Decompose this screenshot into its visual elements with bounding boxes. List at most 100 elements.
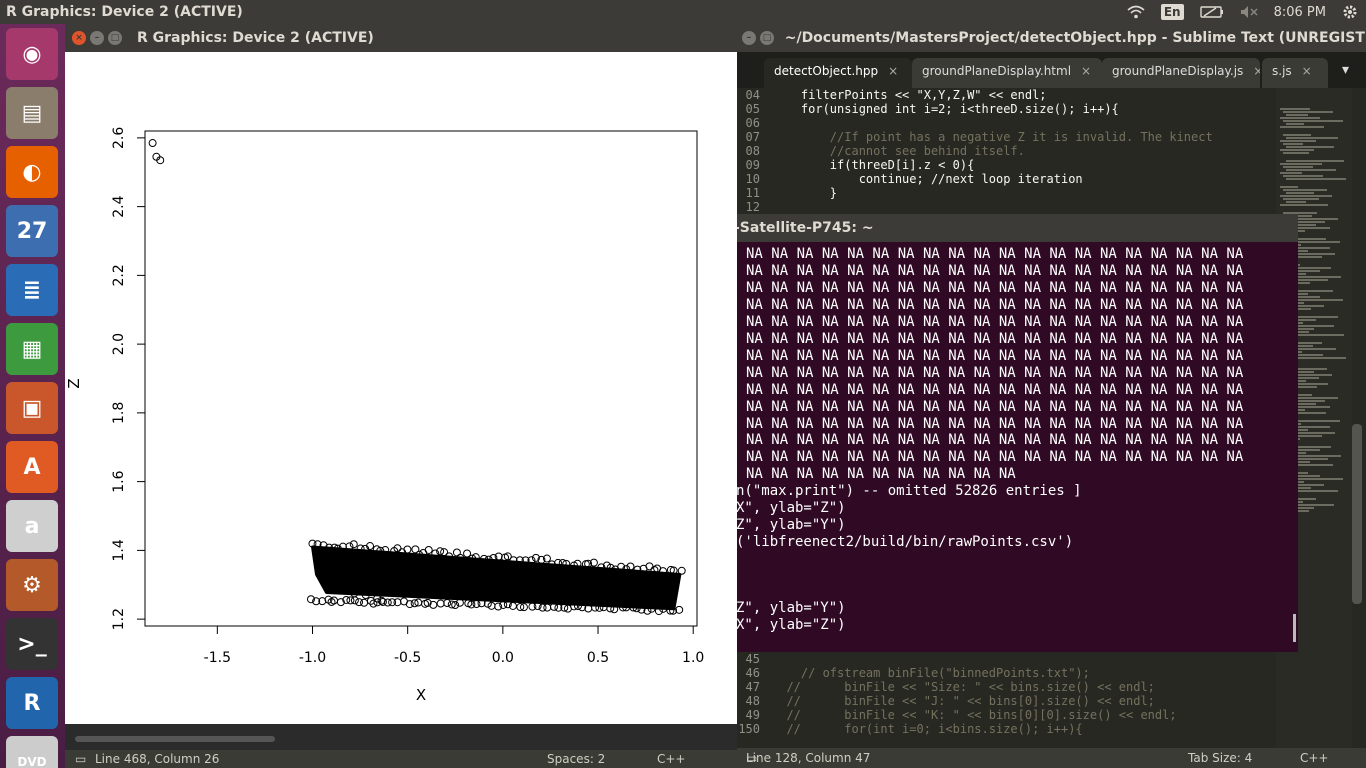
terminal-line: NA NA NA NA NA NA NA NA NA NA NA NA NA N… — [746, 262, 1244, 279]
r-icon[interactable]: R — [6, 677, 58, 729]
data-point — [405, 600, 414, 609]
tab-detectobject-hpp[interactable]: detectObject.hpp × — [764, 58, 912, 88]
minimize-icon[interactable]: – — [742, 31, 756, 45]
cursor-position: Line 128, Column 47 — [746, 751, 871, 765]
terminal-output[interactable]: NA NA NA NA NA NA NA NA NA NA NA NA NA N… — [720, 242, 1298, 652]
terminal-scrollbar[interactable] — [1293, 614, 1296, 642]
firefox-icon[interactable]: ◐ — [6, 146, 58, 198]
terminal-line: NA NA NA NA NA NA NA NA NA NA NA — [746, 466, 1016, 483]
tab-groundplanedisplay-js[interactable]: groundPlaneDisplay.js × — [1102, 58, 1260, 88]
amazon-icon[interactable]: a — [6, 500, 58, 552]
horizontal-scrollbar[interactable] — [75, 736, 275, 742]
code-line: 49 // binFile << "K: " << bins[0][0].siz… — [745, 708, 1177, 722]
minimap-line — [1283, 166, 1313, 168]
tab-overflow-icon[interactable]: ▾ — [1342, 62, 1349, 78]
data-point — [424, 545, 433, 554]
minimap-line — [1286, 192, 1314, 194]
x-tick-label: -1.5 — [204, 650, 231, 666]
code-line: 47 // binFile << "Size: " << bins.size()… — [745, 680, 1155, 694]
terminal-line: NA NA NA NA NA NA NA NA NA NA NA NA NA N… — [746, 381, 1244, 398]
system-settings-icon[interactable]: ⚙ — [6, 559, 58, 611]
data-point — [148, 139, 157, 148]
terminal-line: NA NA NA NA NA NA NA NA NA NA NA NA NA N… — [746, 415, 1244, 432]
syntax-mode[interactable]: C++ — [1300, 751, 1329, 765]
r-window-status-bar: ▭ Line 468, Column 26 Spaces: 2 C++ — [65, 750, 737, 768]
code-line: 04 filterPoints << "X,Y,Z,W" << endl; — [745, 88, 1047, 102]
terminal-titlebar[interactable]: -Satellite-P745: ~ — [720, 214, 1298, 242]
code-line: 11 } — [745, 186, 838, 200]
close-icon[interactable]: × — [1302, 64, 1312, 78]
maximize-icon[interactable]: □ — [108, 31, 122, 45]
clock[interactable]: 8:06 PM — [1266, 0, 1334, 24]
data-point — [436, 599, 445, 608]
close-icon[interactable]: × — [888, 64, 898, 78]
minimap-line — [1280, 172, 1302, 174]
status-panel-icon[interactable]: ▭ — [75, 752, 86, 766]
y-axis-label: Z — [65, 378, 83, 388]
minimap-line — [1283, 134, 1311, 136]
code-line: 48 // binFile << "J: " << bins[0].size()… — [745, 694, 1155, 708]
system-tray: En 8:06 PM — [1119, 0, 1366, 24]
terminal-line: NA NA NA NA NA NA NA NA NA NA NA NA NA N… — [746, 398, 1244, 415]
data-point — [393, 598, 402, 607]
sublime-title: ~/Documents/MastersProject/detectObject.… — [784, 30, 1366, 46]
r-graphics-window[interactable]: × – □ R Graphics: Device 2 (ACTIVE) -1.5… — [65, 24, 737, 768]
y-tick-label: 1.6 — [111, 470, 127, 492]
writer-icon[interactable]: ≣ — [6, 264, 58, 316]
sublime-titlebar[interactable]: – □ ~/Documents/MastersProject/detectObj… — [736, 24, 1366, 52]
code-editor-bottom[interactable]: 45 46 // ofstream binFile("binnedPoints.t… — [736, 652, 1276, 748]
maximize-icon[interactable]: □ — [760, 31, 774, 45]
tab-groundplanedisplay-html[interactable]: groundPlaneDisplay.html × — [912, 58, 1102, 88]
terminal-title: -Satellite-P745: ~ — [734, 220, 874, 236]
close-icon[interactable]: × — [1081, 64, 1091, 78]
tab-s-js[interactable]: s.js × — [1262, 58, 1328, 88]
terminal-line: NA NA NA NA NA NA NA NA NA NA NA NA NA N… — [746, 296, 1244, 313]
x-tick-label: -1.0 — [299, 650, 326, 666]
spaces-setting[interactable]: Spaces: 2 — [547, 752, 605, 766]
close-icon[interactable]: × — [1253, 64, 1260, 78]
volume-muted-icon[interactable] — [1232, 0, 1266, 24]
ubuntu-dash-icon[interactable]: ◉ — [6, 28, 58, 80]
y-tick-label: 2.4 — [111, 195, 127, 217]
battery-icon[interactable] — [1192, 0, 1232, 24]
minimap-line — [1283, 120, 1343, 122]
sublime-tab-bar: detectObject.hpp × groundPlaneDisplay.htm… — [736, 52, 1366, 88]
code-line: 12 — [745, 200, 760, 214]
software-center-icon[interactable]: A — [6, 441, 58, 493]
wifi-icon[interactable] — [1119, 0, 1153, 24]
calc-icon[interactable]: ▦ — [6, 323, 58, 375]
minimap-line — [1283, 189, 1327, 191]
minimap-line — [1286, 146, 1334, 148]
minimap-line — [1280, 117, 1320, 119]
keyboard-layout-indicator[interactable]: En — [1153, 0, 1192, 24]
tab-size[interactable]: Tab Size: 4 — [1188, 751, 1252, 765]
code-line: 09 if(threeD[i].z < 0){ — [745, 158, 975, 172]
data-point — [350, 596, 359, 605]
minimap-line — [1286, 137, 1338, 139]
files-icon[interactable]: ▤ — [6, 87, 58, 139]
minimap-line — [1286, 114, 1308, 116]
vertical-scrollbar[interactable] — [1352, 424, 1362, 604]
terminal-icon[interactable]: >_ — [6, 618, 58, 670]
x-tick-label: 1.0 — [682, 650, 704, 666]
dvd-icon[interactable]: DVD — [6, 736, 58, 768]
impress-icon[interactable]: ▣ — [6, 382, 58, 434]
code-line: 45 — [745, 652, 760, 666]
gear-icon[interactable] — [1334, 0, 1366, 24]
minimap-line — [1280, 163, 1322, 165]
syntax-mode[interactable]: C++ — [657, 752, 686, 766]
sublime-status-bar: ▭ Line 128, Column 47 Tab Size: 4 C++ — [736, 748, 1366, 768]
code-editor-top[interactable]: 04 filterPoints << "X,Y,Z,W" << endl; 05 … — [736, 88, 1276, 228]
r-window-titlebar[interactable]: × – □ R Graphics: Device 2 (ACTIVE) — [65, 24, 737, 52]
calendar-icon[interactable]: 27 — [6, 205, 58, 257]
x-tick-label: 0.5 — [587, 650, 609, 666]
y-tick-label: 2.0 — [111, 333, 127, 355]
plot-area: -1.5 -1.0 -0.5 0.0 0.5 1.0 1.2 1.4 1.6 1.8 2.0 2.2 2… — [65, 52, 737, 724]
close-icon[interactable]: × — [72, 31, 86, 45]
terminal-window[interactable]: -Satellite-P745: ~ NA NA NA NA NA NA NA … — [720, 214, 1298, 652]
y-tick-label: 1.8 — [111, 402, 127, 424]
minimize-icon[interactable]: – — [90, 31, 104, 45]
active-window-title: R Graphics: Device 2 (ACTIVE) — [6, 4, 243, 20]
terminal-line: NA NA NA NA NA NA NA NA NA NA NA NA NA N… — [746, 347, 1244, 364]
minimap-line — [1286, 123, 1304, 125]
